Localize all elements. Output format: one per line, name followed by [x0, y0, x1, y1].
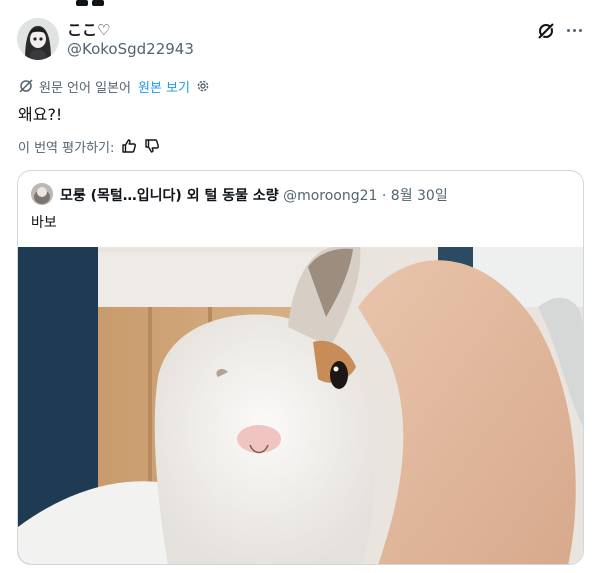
translation-label: 원문 언어 일본어	[39, 80, 131, 96]
user-handle[interactable]: @KokoSgd22943	[67, 40, 194, 58]
quoted-text: 바보	[31, 215, 57, 231]
translate-icon	[19, 79, 33, 93]
quoted-display-name[interactable]: 모룽 (목털…입니다) 외 털 동물 소량	[60, 188, 279, 204]
quoted-avatar-image	[31, 183, 53, 205]
avatar-image	[17, 18, 59, 60]
thumbs-down-icon[interactable]	[144, 138, 160, 154]
meta-separator: ·	[381, 188, 387, 204]
rate-translation-label: 이 번역 평가하기:	[18, 140, 115, 156]
quoted-handle[interactable]: @moroong21	[283, 188, 377, 204]
thumbs-up-icon[interactable]	[121, 138, 137, 154]
translation-bar: 원문 언어 일본어 원본 보기	[18, 76, 211, 96]
gear-icon[interactable]	[195, 78, 211, 94]
previous-post-cut-text	[76, 0, 136, 6]
quoted-post-card[interactable]: 모룽 (목털…입니다) 외 털 동물 소량 @moroong21 · 8월 30…	[17, 170, 584, 565]
avatar[interactable]	[17, 18, 59, 60]
quoted-avatar[interactable]	[31, 183, 53, 205]
tweet-text: 왜요?!	[18, 105, 63, 124]
more-icon[interactable]	[563, 20, 585, 40]
grok-slash-icon[interactable]	[536, 21, 556, 41]
quoted-header: 모룽 (목털…입니다) 외 털 동물 소량 @moroong21 · 8월 30…	[60, 185, 448, 205]
rate-translation-row: 이 번역 평가하기:	[18, 137, 160, 156]
quoted-date[interactable]: 8월 30일	[391, 188, 448, 204]
display-name[interactable]: ここ♡	[67, 19, 110, 40]
show-original-link[interactable]: 원본 보기	[138, 77, 190, 96]
rabbit-photo[interactable]	[18, 247, 583, 565]
